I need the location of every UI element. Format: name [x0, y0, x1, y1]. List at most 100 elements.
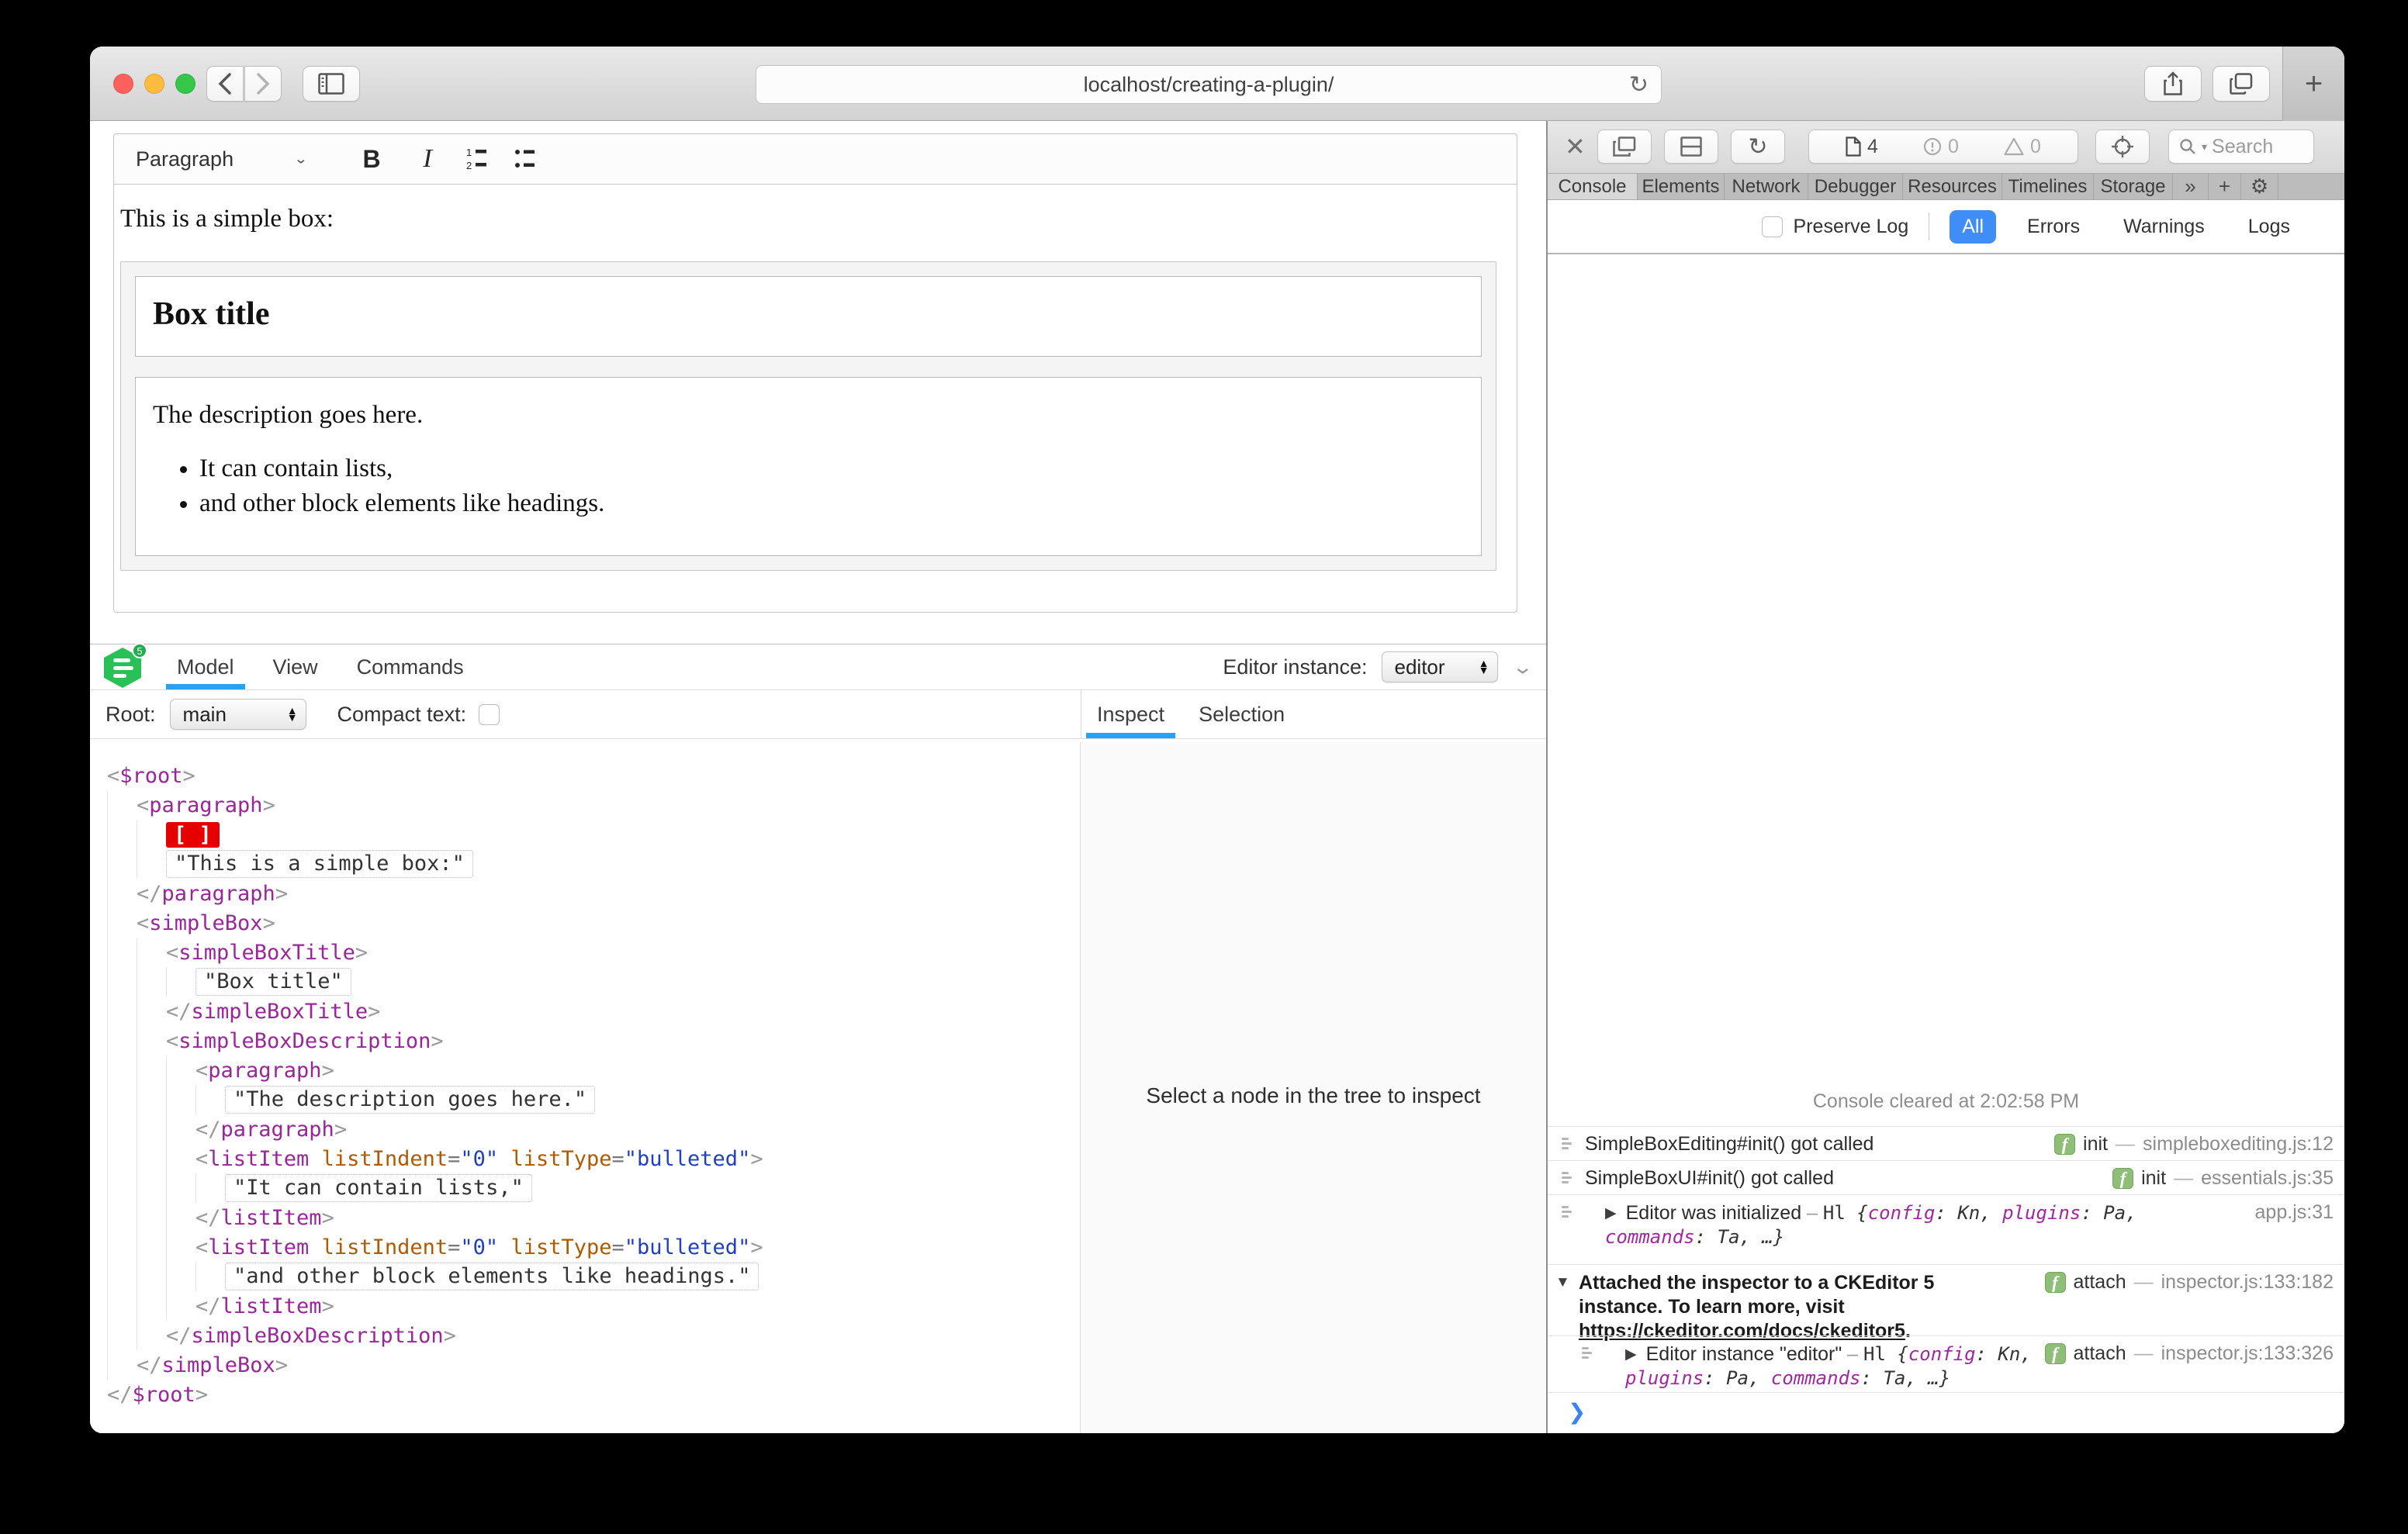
tree-node[interactable]: </paragraph >	[107, 1114, 1080, 1144]
console-row[interactable]: ▶ Editor instance "editor" – Hl {config: …	[1548, 1335, 2344, 1392]
tree-node[interactable]: </$root >	[107, 1380, 1080, 1409]
source-location-link[interactable]: simpleboxediting.js:12	[2143, 1133, 2334, 1156]
disclosure-caret-collapsed[interactable]: ▶	[1605, 1205, 1617, 1221]
bold-button[interactable]: B	[355, 142, 389, 176]
collapse-inspector-icon[interactable]: ⌄	[1512, 655, 1534, 679]
source-location-link[interactable]: inspector.js:133:326	[2161, 1342, 2334, 1365]
tree-node[interactable]: < $root >	[107, 761, 1080, 790]
error-count[interactable]: 0	[1923, 136, 1959, 158]
editor-content[interactable]: This is a simple box: Box title The desc…	[113, 185, 1517, 613]
tree-node[interactable]: "It can contain lists,"	[107, 1173, 1080, 1203]
disclosure-caret-expanded[interactable]: ▼	[1555, 1274, 1570, 1291]
text-node[interactable]: "This is a simple box:"	[166, 850, 473, 878]
heading-dropdown[interactable]: Paragraph ⌄	[126, 147, 322, 171]
console-row[interactable]: ▶ Editor was initialized – Hl {config: Kn…	[1548, 1194, 2344, 1264]
minimize-window-button[interactable]	[144, 74, 164, 94]
warning-count[interactable]: 0	[2004, 136, 2041, 158]
source-location-link[interactable]: essentials.js:35	[2201, 1167, 2334, 1190]
tab-selection[interactable]: Selection	[1199, 690, 1285, 738]
editor-instance-select[interactable]: editor ▲ ▼	[1381, 651, 1498, 682]
close-window-button[interactable]	[113, 74, 133, 94]
tab-inspect[interactable]: Inspect	[1085, 690, 1176, 738]
list-item[interactable]: It can contain lists,	[199, 454, 1464, 483]
root-select[interactable]: main ▲ ▼	[169, 699, 306, 730]
sidebar-toggle-button[interactable]	[303, 66, 360, 102]
numbered-list-button[interactable]: 12	[463, 142, 497, 176]
devtools-tab-elements[interactable]: Elements	[1638, 174, 1725, 199]
tree-node[interactable]: < paragraph >	[107, 790, 1080, 820]
settings-gear-icon[interactable]: ⚙	[2241, 174, 2278, 199]
devtools-search-field[interactable]: ▾ Search	[2168, 130, 2314, 164]
console-row[interactable]: SimpleBoxEditing#init() got called f init —…	[1548, 1126, 2344, 1160]
tree-node[interactable]: "and other block elements like headings.…	[107, 1262, 1080, 1291]
description-paragraph[interactable]: The description goes here.	[153, 401, 1464, 430]
source-location-link[interactable]: app.js:31	[2255, 1201, 2334, 1224]
tab-model[interactable]: Model	[166, 644, 245, 689]
share-button[interactable]	[2144, 66, 2202, 102]
devtools-tab-debugger[interactable]: Debugger	[1808, 174, 1903, 199]
tree-node[interactable]: "This is a simple box:"	[107, 849, 1080, 879]
tree-node[interactable]: < listItem listIndent = "0" listType = "bulle…	[107, 1232, 1080, 1262]
scope-warnings[interactable]: Warnings	[2111, 210, 2217, 244]
preserve-log-control[interactable]: Preserve Log	[1761, 216, 1908, 238]
tree-node[interactable]: </listItem >	[107, 1203, 1080, 1232]
devtools-tab-network[interactable]: Network	[1725, 174, 1808, 199]
tree-node[interactable]: [ ]	[107, 820, 1080, 849]
console-row[interactable]: ▼ Attached the inspector to a CKEditor 5 …	[1548, 1264, 2344, 1342]
tree-node[interactable]: < paragraph >	[107, 1055, 1080, 1085]
text-node[interactable]: "Box title"	[195, 968, 351, 996]
tab-overview-button[interactable]	[2213, 66, 2270, 102]
tree-node[interactable]: </paragraph >	[107, 879, 1080, 908]
compact-text-checkbox[interactable]	[479, 703, 500, 725]
tree-node[interactable]: </listItem >	[107, 1291, 1080, 1321]
simplebox-description-area[interactable]: The description goes here. It can contai…	[135, 377, 1482, 556]
devtools-tab-console[interactable]: Console	[1548, 174, 1638, 199]
text-node[interactable]: "and other block elements like headings.…	[225, 1263, 759, 1290]
intro-paragraph[interactable]: This is a simple box:	[120, 205, 1510, 233]
text-node[interactable]: "It can contain lists,"	[225, 1174, 532, 1202]
dock-bottom-button[interactable]	[1664, 130, 1718, 164]
back-button[interactable]	[206, 66, 244, 102]
close-devtools-icon[interactable]: ✕	[1565, 132, 1586, 161]
reload-page-button[interactable]: ↻	[1731, 130, 1785, 164]
console-row[interactable]: SimpleBoxUI#init() got called f init — essen…	[1548, 1160, 2344, 1194]
devtools-tab-resources[interactable]: Resources	[1903, 174, 2002, 199]
simplebox-title-area[interactable]: Box title	[135, 276, 1482, 357]
devtools-tab-timelines[interactable]: Timelines	[2002, 174, 2094, 199]
tree-node[interactable]: < listItem listIndent = "0" listType = "bulle…	[107, 1144, 1080, 1173]
bulleted-list-button[interactable]	[511, 142, 545, 176]
reload-icon[interactable]: ↻	[1629, 71, 1649, 98]
indent-guide	[195, 1085, 225, 1114]
scope-logs[interactable]: Logs	[2236, 210, 2302, 244]
source-location-link[interactable]: inspector.js:133:182	[2161, 1271, 2334, 1294]
scope-all[interactable]: All	[1950, 209, 1997, 244]
tree-node[interactable]: "Box title"	[107, 967, 1080, 997]
tree-node[interactable]: < simpleBox >	[107, 908, 1080, 938]
italic-button[interactable]: I	[410, 142, 445, 176]
tree-node[interactable]: < simpleBoxDescription >	[107, 1026, 1080, 1055]
list-item[interactable]: and other block elements like headings.	[199, 489, 1464, 518]
tree-node[interactable]: "The description goes here."	[107, 1085, 1080, 1114]
scope-errors[interactable]: Errors	[2015, 210, 2092, 244]
devtools-tab-storage[interactable]: Storage	[2094, 174, 2173, 199]
tab-view[interactable]: View	[273, 644, 318, 689]
tree-node[interactable]: </simpleBoxTitle >	[107, 997, 1080, 1026]
tree-node[interactable]: </simpleBox >	[107, 1350, 1080, 1380]
zoom-window-button[interactable]	[175, 74, 195, 94]
dock-side-button[interactable]	[1597, 130, 1652, 164]
tab-commands[interactable]: Commands	[357, 644, 464, 689]
element-picker-button[interactable]	[2095, 130, 2150, 164]
tree-node[interactable]: < simpleBoxTitle >	[107, 938, 1080, 967]
page-resource-count[interactable]: 4	[1846, 136, 1878, 158]
console-prompt-row[interactable]: ❯	[1548, 1392, 2344, 1433]
simplebox-widget[interactable]: Box title The description goes here. It …	[120, 261, 1496, 571]
forward-button[interactable]	[244, 66, 282, 102]
address-bar[interactable]: localhost/creating-a-plugin/ ↻	[756, 65, 1662, 104]
tree-node[interactable]: </simpleBoxDescription >	[107, 1321, 1080, 1350]
add-tab-button[interactable]: +	[2209, 174, 2241, 199]
new-tab-button[interactable]: +	[2282, 47, 2344, 121]
text-node[interactable]: "The description goes here."	[225, 1086, 596, 1114]
disclosure-caret-collapsed[interactable]: ▶	[1625, 1346, 1637, 1363]
preserve-log-checkbox[interactable]	[1761, 216, 1783, 237]
more-tabs-button[interactable]: »	[2173, 174, 2209, 199]
